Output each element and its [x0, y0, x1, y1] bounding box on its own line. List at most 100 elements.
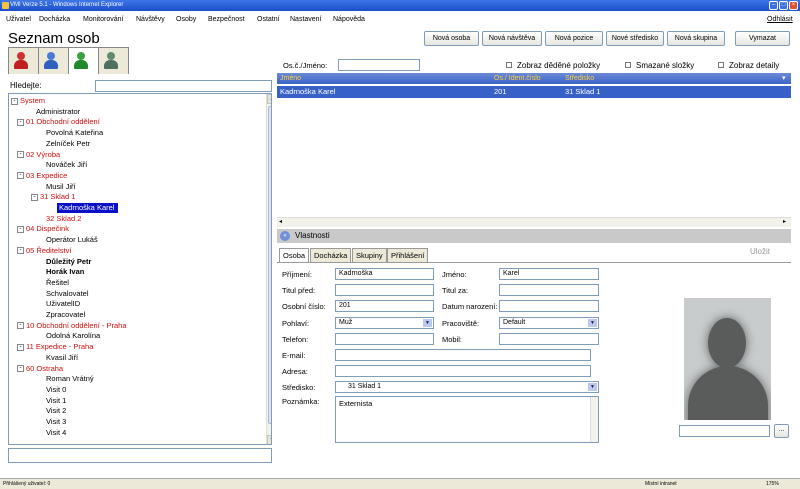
- gender-select[interactable]: Muž ▼: [335, 317, 434, 329]
- tree-toggle-icon[interactable]: -: [17, 322, 24, 330]
- menu-ostatni[interactable]: Ostatní: [257, 16, 280, 23]
- grid-menu-icon[interactable]: ▾: [782, 73, 786, 84]
- chevron-down-icon[interactable]: ▼: [588, 383, 597, 391]
- tree-bottom-input[interactable]: [8, 448, 272, 463]
- tree-person[interactable]: UživatelID: [46, 299, 80, 309]
- note-scrollbar[interactable]: [590, 397, 598, 442]
- save-button[interactable]: Uložit: [750, 247, 770, 256]
- close-button[interactable]: ×: [789, 1, 798, 10]
- tree-folder[interactable]: 02 Výroba: [26, 150, 60, 160]
- tree-person[interactable]: Zelníček Petr: [46, 139, 90, 149]
- scroll-up-icon[interactable]: ▲: [267, 94, 271, 104]
- menu-navstevy[interactable]: Návštěvy: [136, 16, 165, 23]
- tree-person[interactable]: Visit 4: [46, 428, 66, 438]
- tree-folder[interactable]: 32 Sklad 2: [46, 214, 81, 224]
- birth-date-input[interactable]: [499, 300, 599, 312]
- new-group-button[interactable]: Nová skupina: [667, 31, 725, 46]
- tree-toggle-icon[interactable]: -: [31, 193, 38, 201]
- tab-prihlaseni[interactable]: Přihlášení: [387, 248, 429, 262]
- tree-person[interactable]: Visit 2: [46, 406, 66, 416]
- firstname-input[interactable]: Karel: [499, 268, 599, 280]
- tree-folder[interactable]: 01 Obchodní oddělení: [26, 117, 100, 127]
- surname-input[interactable]: Kadrnoška: [335, 268, 434, 280]
- tab-users-green[interactable]: [68, 47, 99, 74]
- logout-link[interactable]: Odhlásit: [767, 16, 793, 23]
- tab-skupiny[interactable]: Skupiny: [352, 248, 387, 262]
- tree-person[interactable]: Visit 1: [46, 396, 66, 406]
- scroll-left-icon[interactable]: ◂: [279, 218, 282, 225]
- tree-person[interactable]: Kadrnoška Karel: [57, 203, 119, 213]
- col-center[interactable]: Středisko: [565, 73, 594, 84]
- title-after-input[interactable]: [499, 284, 599, 296]
- tree-person[interactable]: Horák Ivan: [46, 267, 84, 277]
- menu-uzivatel[interactable]: Uživatel: [6, 16, 31, 23]
- center-select[interactable]: 31 Sklad 1 ▼: [335, 381, 599, 393]
- tree-folder[interactable]: System: [20, 96, 45, 106]
- delete-button[interactable]: Vymazat: [735, 31, 790, 46]
- tree-person[interactable]: Musil Jiří: [46, 182, 76, 192]
- tree-folder[interactable]: 31 Sklad 1: [40, 192, 75, 202]
- menu-dochazka[interactable]: Docházka: [39, 16, 70, 23]
- menu-osoby[interactable]: Osoby: [176, 16, 196, 23]
- tree-folder[interactable]: 11 Expedice - Praha: [26, 342, 93, 352]
- details-checkbox[interactable]: [718, 62, 724, 68]
- col-name[interactable]: Jméno: [280, 73, 301, 84]
- email-input[interactable]: [335, 349, 591, 361]
- tree-toggle-icon[interactable]: -: [17, 343, 24, 351]
- tree-toggle-icon[interactable]: -: [17, 247, 24, 255]
- title-before-input[interactable]: [335, 284, 434, 296]
- tab-osoba[interactable]: Osoba: [279, 248, 310, 263]
- new-visit-button[interactable]: Nová návštěva: [482, 31, 542, 46]
- inherited-checkbox[interactable]: [506, 62, 512, 68]
- new-center-button[interactable]: Nové středisko: [606, 31, 664, 46]
- status-zoom[interactable]: 175%: [766, 479, 779, 489]
- tree-person[interactable]: Roman Vrátný: [46, 374, 94, 384]
- minimize-button[interactable]: –: [769, 1, 778, 10]
- menu-napoveda[interactable]: Nápověda: [333, 16, 365, 23]
- tree-person[interactable]: Řešitel: [46, 278, 69, 288]
- tree-toggle-icon[interactable]: -: [17, 225, 24, 233]
- tree-person[interactable]: Odolná Karolína: [46, 331, 100, 341]
- tree-person[interactable]: Visit 3: [46, 417, 66, 427]
- phone-input[interactable]: [335, 333, 434, 345]
- tree-toggle-icon[interactable]: -: [17, 118, 24, 126]
- tree-scrollbar[interactable]: ▲ ▼: [266, 94, 271, 444]
- tree-folder[interactable]: 04 Dispečink: [26, 224, 69, 234]
- tree-person[interactable]: Schvalovatel: [46, 289, 89, 299]
- menu-bezpecnost[interactable]: Bezpečnost: [208, 16, 245, 23]
- menu-nastaveni[interactable]: Nastavení: [290, 16, 322, 23]
- tree-toggle-icon[interactable]: -: [17, 151, 24, 158]
- workplace-select[interactable]: Default ▼: [499, 317, 599, 329]
- address-input[interactable]: [335, 365, 591, 377]
- tab-dochazka[interactable]: Docházka: [310, 248, 352, 262]
- note-textarea[interactable]: Externista: [335, 396, 599, 443]
- tree-folder[interactable]: 05 Ředitelství: [26, 246, 71, 256]
- tree-folder[interactable]: 03 Expedice: [26, 171, 67, 181]
- personal-number-input[interactable]: 201: [335, 300, 434, 312]
- mobile-input[interactable]: [499, 333, 599, 345]
- new-position-button[interactable]: Nová pozice: [545, 31, 603, 46]
- tree-person[interactable]: Administrator: [36, 107, 80, 117]
- filter-input[interactable]: [338, 59, 420, 71]
- tree-toggle-icon[interactable]: -: [17, 365, 24, 372]
- tree-person[interactable]: Visit 0: [46, 385, 66, 395]
- tree-person[interactable]: Důležitý Petr: [46, 257, 91, 267]
- chevron-down-icon[interactable]: ▼: [588, 319, 597, 327]
- search-input[interactable]: [95, 80, 272, 92]
- maximize-button[interactable]: □: [779, 1, 788, 10]
- tree-person[interactable]: Povolná Kateřina: [46, 128, 103, 138]
- tab-users-blue[interactable]: [38, 47, 69, 74]
- grid-hscrollbar[interactable]: ◂ ▸: [277, 217, 791, 227]
- tree-person[interactable]: Zpracovatel: [46, 310, 85, 320]
- chevron-down-icon[interactable]: ▼: [423, 319, 432, 327]
- tree-person[interactable]: Kvasil Jiří: [46, 353, 78, 363]
- tree-person[interactable]: Nováček Jiří: [46, 160, 87, 170]
- tree-folder[interactable]: 60 Ostraha: [26, 364, 63, 374]
- scroll-right-icon[interactable]: ▸: [783, 218, 786, 225]
- tree-toggle-icon[interactable]: -: [17, 172, 24, 180]
- properties-toggle-icon[interactable]: «: [280, 231, 290, 241]
- tab-users-red[interactable]: [8, 47, 39, 74]
- tab-users-gray[interactable]: [98, 47, 129, 74]
- properties-header[interactable]: « Vlastnosti: [277, 229, 791, 243]
- tree-toggle-icon[interactable]: -: [11, 97, 18, 105]
